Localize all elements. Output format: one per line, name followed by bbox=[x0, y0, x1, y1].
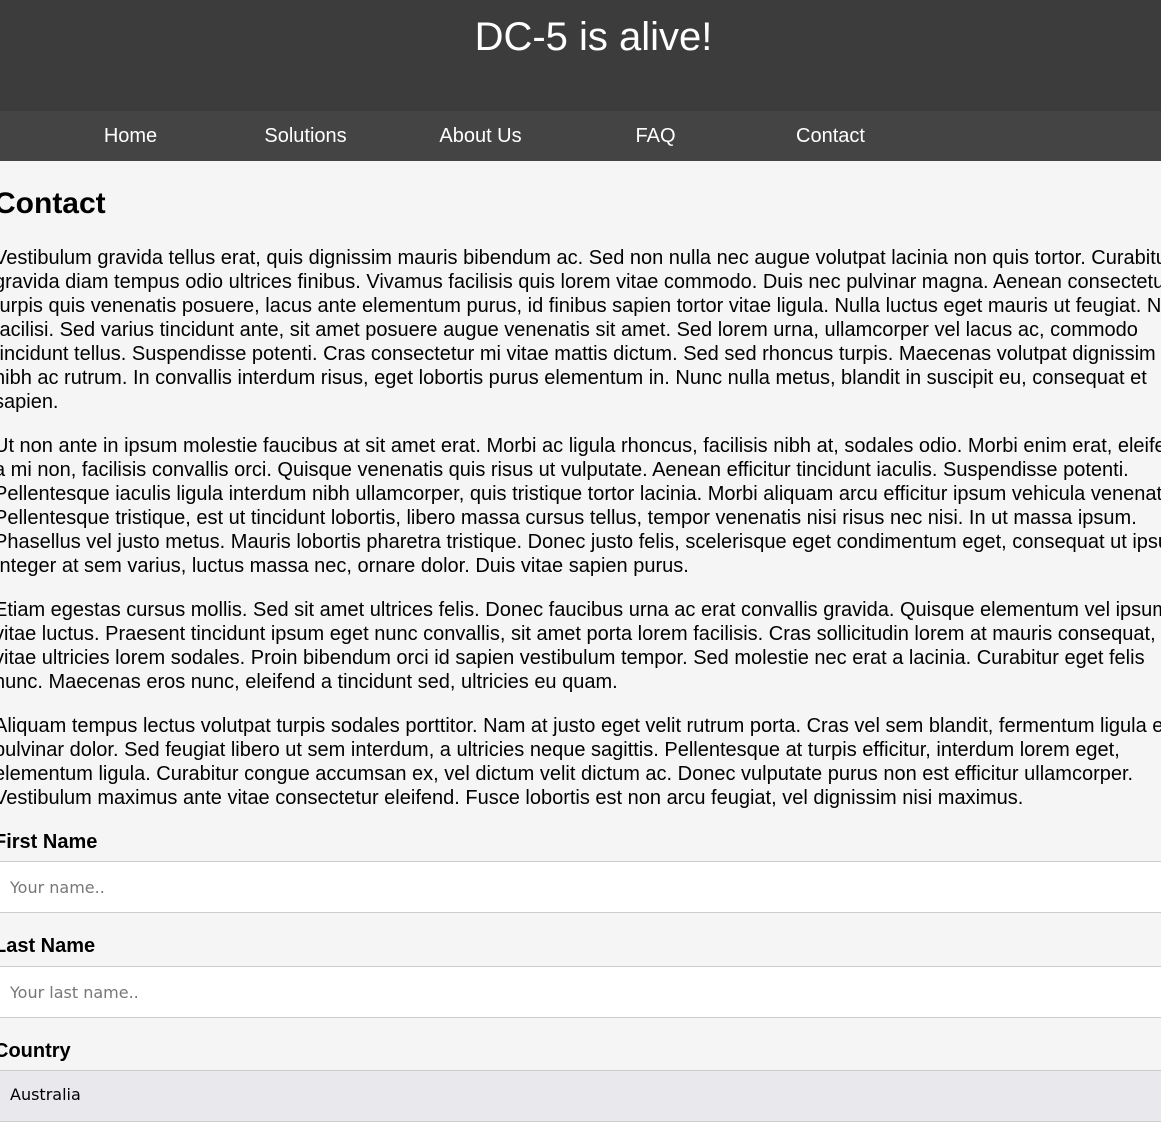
paragraph-line: elementum ligula. Curabitur congue accum… bbox=[0, 763, 1134, 785]
paragraph-line: Vestibulum gravida tellus erat, quis dig… bbox=[0, 247, 1161, 269]
paragraph-line: gravida diam tempus odio ultrices finibu… bbox=[0, 271, 1161, 293]
country-label: Country bbox=[0, 1040, 71, 1062]
nav-item-about-us[interactable]: About Us bbox=[393, 111, 568, 161]
country-select[interactable]: Australia bbox=[0, 1070, 1161, 1122]
paragraph-line: a mi non, facilisis convallis orci. Quis… bbox=[0, 459, 1129, 481]
nav-item-home[interactable]: Home bbox=[43, 111, 218, 161]
paragraph-2: Ut non ante in ipsum molestie faucibus a… bbox=[0, 434, 1161, 578]
paragraph-line: vitae ultricies lorem sodales. Proin bib… bbox=[0, 647, 1145, 669]
nav-item-contact[interactable]: Contact bbox=[743, 111, 918, 161]
nav-item-solutions[interactable]: Solutions bbox=[218, 111, 393, 161]
page-title: Contact bbox=[0, 187, 106, 220]
paragraph-line: pulvinar dolor. Sed feugiat libero ut se… bbox=[0, 739, 1120, 761]
paragraph-line: facilisi. Sed varius tincidunt ante, sit… bbox=[0, 319, 1138, 341]
paragraph-4: Aliquam tempus lectus volutpat turpis so… bbox=[0, 714, 1161, 810]
paragraph-line: Pellentesque tristique, est ut tincidunt… bbox=[0, 507, 1137, 529]
paragraph-line: Ut non ante in ipsum molestie faucibus a… bbox=[0, 435, 1161, 457]
paragraph-1: Vestibulum gravida tellus erat, quis dig… bbox=[0, 246, 1161, 414]
paragraph-3: Etiam egestas cursus mollis. Sed sit ame… bbox=[0, 598, 1161, 694]
paragraph-line: Integer at sem varius, luctus massa nec,… bbox=[0, 555, 689, 577]
first-name-label: First Name bbox=[0, 831, 98, 853]
main-nav: Home Solutions About Us FAQ Contact bbox=[0, 111, 1161, 161]
paragraph-line: Aliquam tempus lectus volutpat turpis so… bbox=[0, 715, 1161, 737]
paragraph-line: Phasellus vel justo metus. Mauris lobort… bbox=[0, 531, 1161, 553]
site-header: DC-5 is alive! bbox=[0, 0, 1161, 111]
paragraph-line: Vestibulum maximus ante vitae consectetu… bbox=[0, 787, 1024, 809]
last-name-label: Last Name bbox=[0, 935, 96, 957]
paragraph-line: tincidunt tellus. Suspendisse potenti. C… bbox=[0, 343, 1156, 365]
paragraph-line: nibh ac rutrum. In convallis interdum ri… bbox=[0, 367, 1147, 389]
paragraph-line: sapien. bbox=[0, 391, 59, 413]
last-name-input[interactable] bbox=[0, 966, 1161, 1018]
nav-item-faq[interactable]: FAQ bbox=[568, 111, 743, 161]
paragraph-line: vitae luctus. Praesent tincidunt ipsum e… bbox=[0, 623, 1156, 645]
paragraph-line: Pellentesque iaculis ligula interdum nib… bbox=[0, 483, 1161, 505]
first-name-input[interactable] bbox=[0, 861, 1161, 913]
paragraph-line: turpis quis venenatis posuere, lacus ant… bbox=[0, 295, 1161, 317]
paragraph-line: Etiam egestas cursus mollis. Sed sit ame… bbox=[0, 599, 1161, 621]
paragraph-line: nunc. Maecenas eros nunc, eleifend a tin… bbox=[0, 671, 618, 693]
site-title: DC-5 is alive! bbox=[474, 15, 713, 59]
